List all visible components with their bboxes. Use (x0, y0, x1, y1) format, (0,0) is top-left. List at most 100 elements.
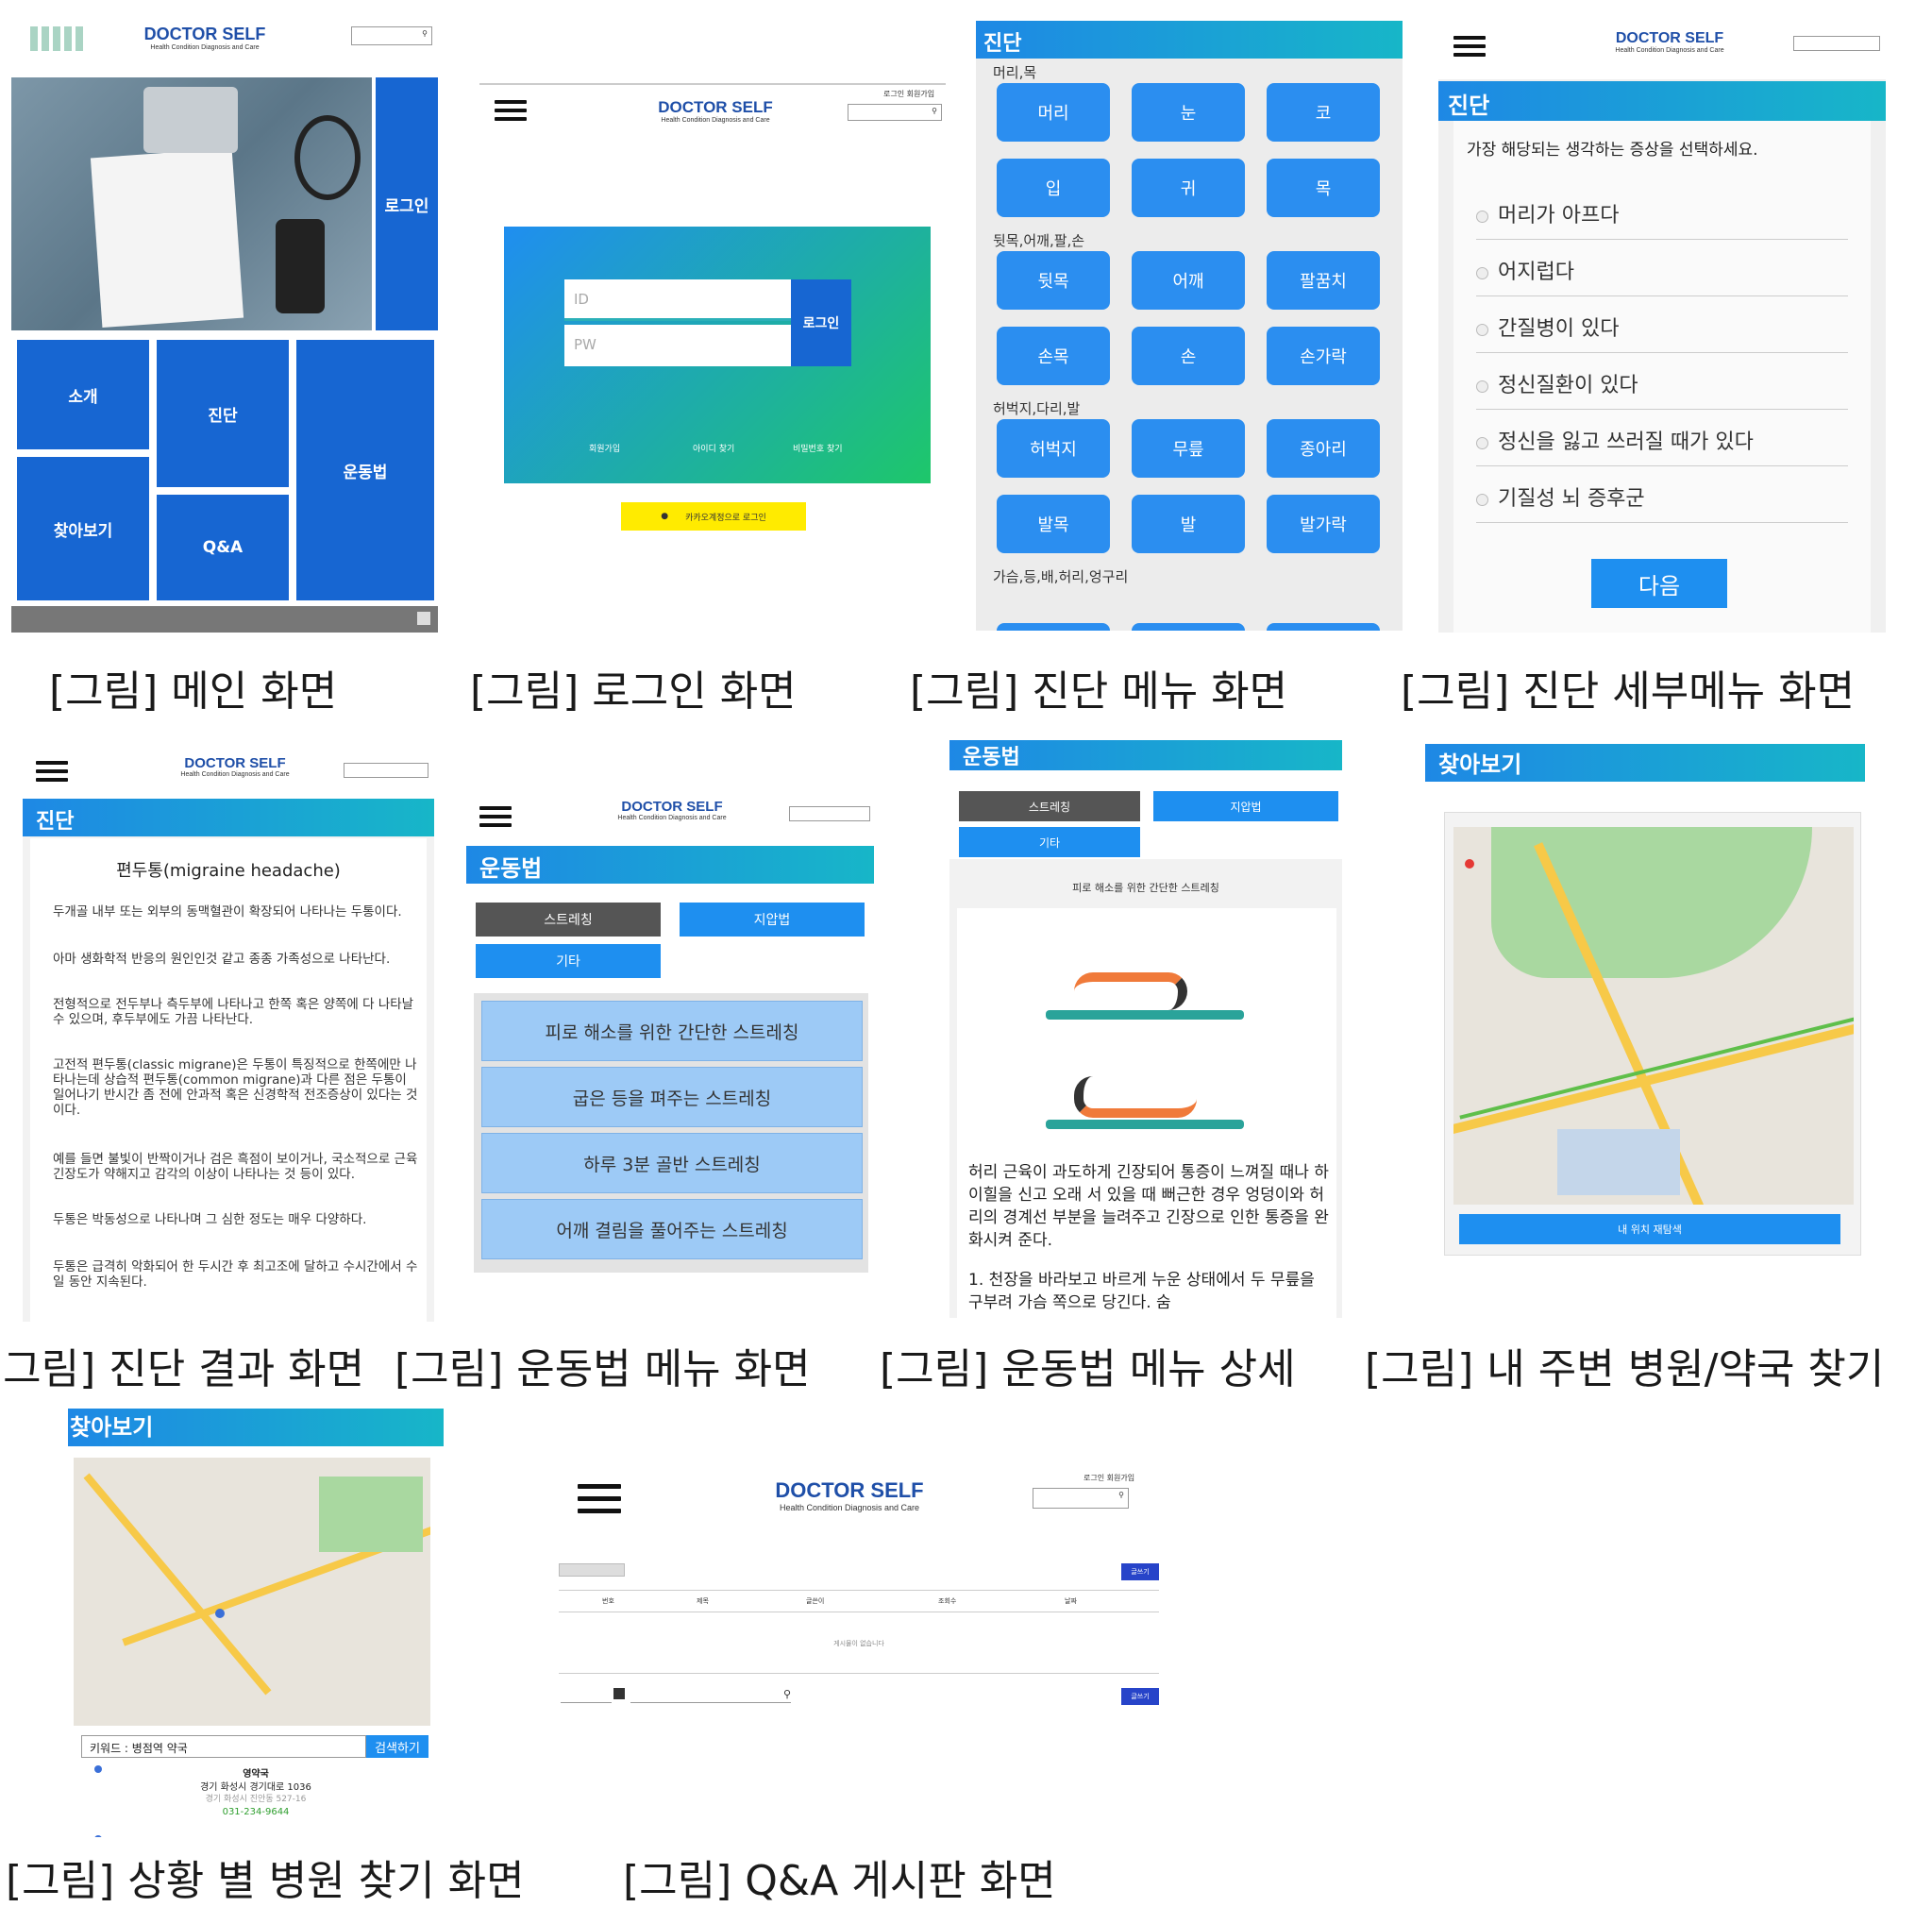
result-phone[interactable]: 031-234-9644 (68, 1807, 444, 1817)
body-part-button[interactable]: 뒷목 (997, 251, 1110, 310)
symptom-option[interactable]: 어지럽다 (1476, 255, 1848, 296)
tile-qna[interactable]: Q&A (157, 495, 289, 600)
body-part-button[interactable]: 눈 (1132, 83, 1245, 142)
exercise-item[interactable]: 피로 해소를 위한 간단한 스트레칭 (481, 1001, 863, 1061)
body-part-button[interactable]: 머리 (997, 83, 1110, 142)
signup-link[interactable]: 회원가입 (589, 442, 620, 454)
map-marker-icon[interactable] (1465, 859, 1474, 869)
brand-name: DOCTOR SELF (184, 755, 286, 771)
tile-exercise[interactable]: 운동법 (296, 340, 434, 600)
brand-name: DOCTOR SELF (1615, 30, 1724, 46)
search-type-select[interactable] (561, 1690, 612, 1703)
symptom-option[interactable]: 간질병이 있다 (1476, 312, 1848, 353)
caption-main: [그림] 메인 화면 (49, 667, 338, 716)
search-button[interactable]: 검색하기 (366, 1735, 428, 1758)
radio-icon[interactable] (1476, 493, 1488, 506)
radio-icon[interactable] (1476, 380, 1488, 393)
menu-icon[interactable] (578, 1484, 621, 1514)
search-input[interactable]: ⚲ (1033, 1488, 1129, 1509)
search-input[interactable] (344, 763, 428, 778)
id-field[interactable]: ID (564, 279, 791, 321)
radio-icon[interactable] (1476, 266, 1488, 279)
body-part-button-partial[interactable] (1132, 623, 1245, 631)
tile-intro[interactable]: 소개 (17, 340, 149, 449)
menu-icon[interactable] (1453, 36, 1486, 57)
body-part-button-partial[interactable] (997, 623, 1110, 631)
category-select[interactable] (559, 1563, 625, 1577)
search-input[interactable]: ⚲ (848, 104, 942, 121)
search-input[interactable] (1793, 36, 1880, 51)
scroll-top-icon[interactable] (417, 612, 430, 625)
tab-acupressure[interactable]: 지압법 (1153, 791, 1338, 821)
search-type-toggle-icon[interactable] (613, 1688, 625, 1699)
symptom-option[interactable]: 기질성 뇌 증후군 (1476, 481, 1848, 523)
body-part-button[interactable]: 허벅지 (997, 419, 1110, 478)
write-button-top[interactable]: 글쓰기 (1121, 1563, 1159, 1580)
body-part-button[interactable]: 무릎 (1132, 419, 1245, 478)
result-name[interactable]: 영약국 (68, 1765, 444, 1780)
exercise-item[interactable]: 굽은 등을 펴주는 스트레칭 (481, 1067, 863, 1127)
body-part-button-partial[interactable] (1267, 623, 1380, 631)
nearby-map[interactable] (1453, 827, 1854, 1205)
top-links[interactable]: 로그인 회원가입 (883, 89, 934, 99)
stretch-mat-2 (1046, 1120, 1244, 1129)
body-part-button[interactable]: 발가락 (1267, 495, 1380, 553)
search-input[interactable] (789, 806, 870, 821)
login-tile[interactable]: 로그인 (376, 77, 438, 330)
body-part-button[interactable]: 코 (1267, 83, 1380, 142)
result-name[interactable]: 병원약국 (68, 1835, 444, 1837)
find-pw-link[interactable]: 비밀번호 찾기 (793, 442, 843, 454)
body-part-button[interactable]: 귀 (1132, 159, 1245, 217)
tab-etc[interactable]: 기타 (476, 944, 661, 978)
tab-stretching[interactable]: 스트레칭 (959, 791, 1140, 821)
search-input[interactable]: ⚲ (351, 26, 432, 45)
radio-icon[interactable] (1476, 323, 1488, 336)
result-paragraph: 고전적 편두통(classic migrane)은 두통이 특징적으로 한쪽에만… (53, 1057, 418, 1118)
diag-sub-panel: DOCTOR SELF Health Condition Diagnosis a… (1438, 13, 1886, 633)
body-part-button[interactable]: 목 (1267, 159, 1380, 217)
menu-icon[interactable] (36, 761, 68, 782)
exercise-step-1: 1. 천장을 바라보고 바르게 누운 상태에서 두 무릎을 구부려 가슴 쪽으로… (968, 1271, 1315, 1312)
tile-find[interactable]: 찾아보기 (17, 457, 149, 600)
login-button[interactable]: 로그인 (791, 279, 851, 366)
pw-field[interactable]: PW (564, 325, 791, 366)
symptom-option[interactable]: 머리가 아프다 (1476, 198, 1848, 240)
exercise-item[interactable]: 하루 3분 골반 스트레칭 (481, 1133, 863, 1193)
body-part-button[interactable]: 발목 (997, 495, 1110, 553)
body-part-button[interactable]: 손목 (997, 327, 1110, 385)
board-search-icon[interactable]: ⚲ (783, 1688, 791, 1700)
table-bottom-divider (559, 1673, 1159, 1674)
body-part-button[interactable]: 손가락 (1267, 327, 1380, 385)
body-part-button[interactable]: 발 (1132, 495, 1245, 553)
symptom-option-label: 정신질환이 있다 (1498, 374, 1638, 397)
tab-stretching[interactable]: 스트레칭 (476, 903, 661, 937)
body-part-button[interactable]: 어깨 (1132, 251, 1245, 310)
menu-icon[interactable] (479, 806, 512, 827)
exercise-item[interactable]: 어깨 결림을 풀어주는 스트레칭 (481, 1199, 863, 1259)
body-part-button[interactable]: 종아리 (1267, 419, 1380, 478)
situation-map[interactable] (74, 1458, 430, 1726)
top-links[interactable]: 로그인 회원가입 (1084, 1473, 1134, 1483)
body-part-button[interactable]: 입 (997, 159, 1110, 217)
menu-icon[interactable] (495, 100, 527, 121)
map-marker-icon[interactable] (215, 1609, 225, 1618)
symptom-option[interactable]: 정신질환이 있다 (1476, 368, 1848, 410)
map-green-area (319, 1477, 423, 1552)
next-button[interactable]: 다음 (1591, 559, 1727, 608)
radio-icon[interactable] (1476, 210, 1488, 223)
find-id-link[interactable]: 아이디 찾기 (693, 442, 734, 454)
body-part-button[interactable]: 팔꿈치 (1267, 251, 1380, 310)
tab-etc[interactable]: 기타 (959, 827, 1140, 857)
main-screen-panel: DOCTOR SELF Health Condition Diagnosis a… (11, 11, 438, 633)
tile-diagnosis[interactable]: 진단 (157, 340, 289, 487)
body-part-button[interactable]: 손 (1132, 327, 1245, 385)
kakao-login-button[interactable]: ● 카카오계정으로 로그인 (621, 502, 806, 531)
keyword-input[interactable]: 키워드 : 병점역 약국 (81, 1735, 366, 1758)
symptom-option[interactable]: 정신을 잃고 쓰러질 때가 있다 (1476, 425, 1848, 466)
tab-acupressure[interactable]: 지압법 (680, 903, 865, 937)
write-button-bottom[interactable]: 글쓰기 (1121, 1688, 1159, 1705)
radio-icon[interactable] (1476, 436, 1488, 449)
result-paragraph: 예를 들면 불빛이 반짝이거나 검은 흑점이 보이거나, 국소적으로 근육 긴장… (53, 1152, 418, 1182)
research-location-button[interactable]: 내 위치 재탐색 (1459, 1214, 1840, 1244)
board-search-input[interactable] (630, 1690, 791, 1703)
